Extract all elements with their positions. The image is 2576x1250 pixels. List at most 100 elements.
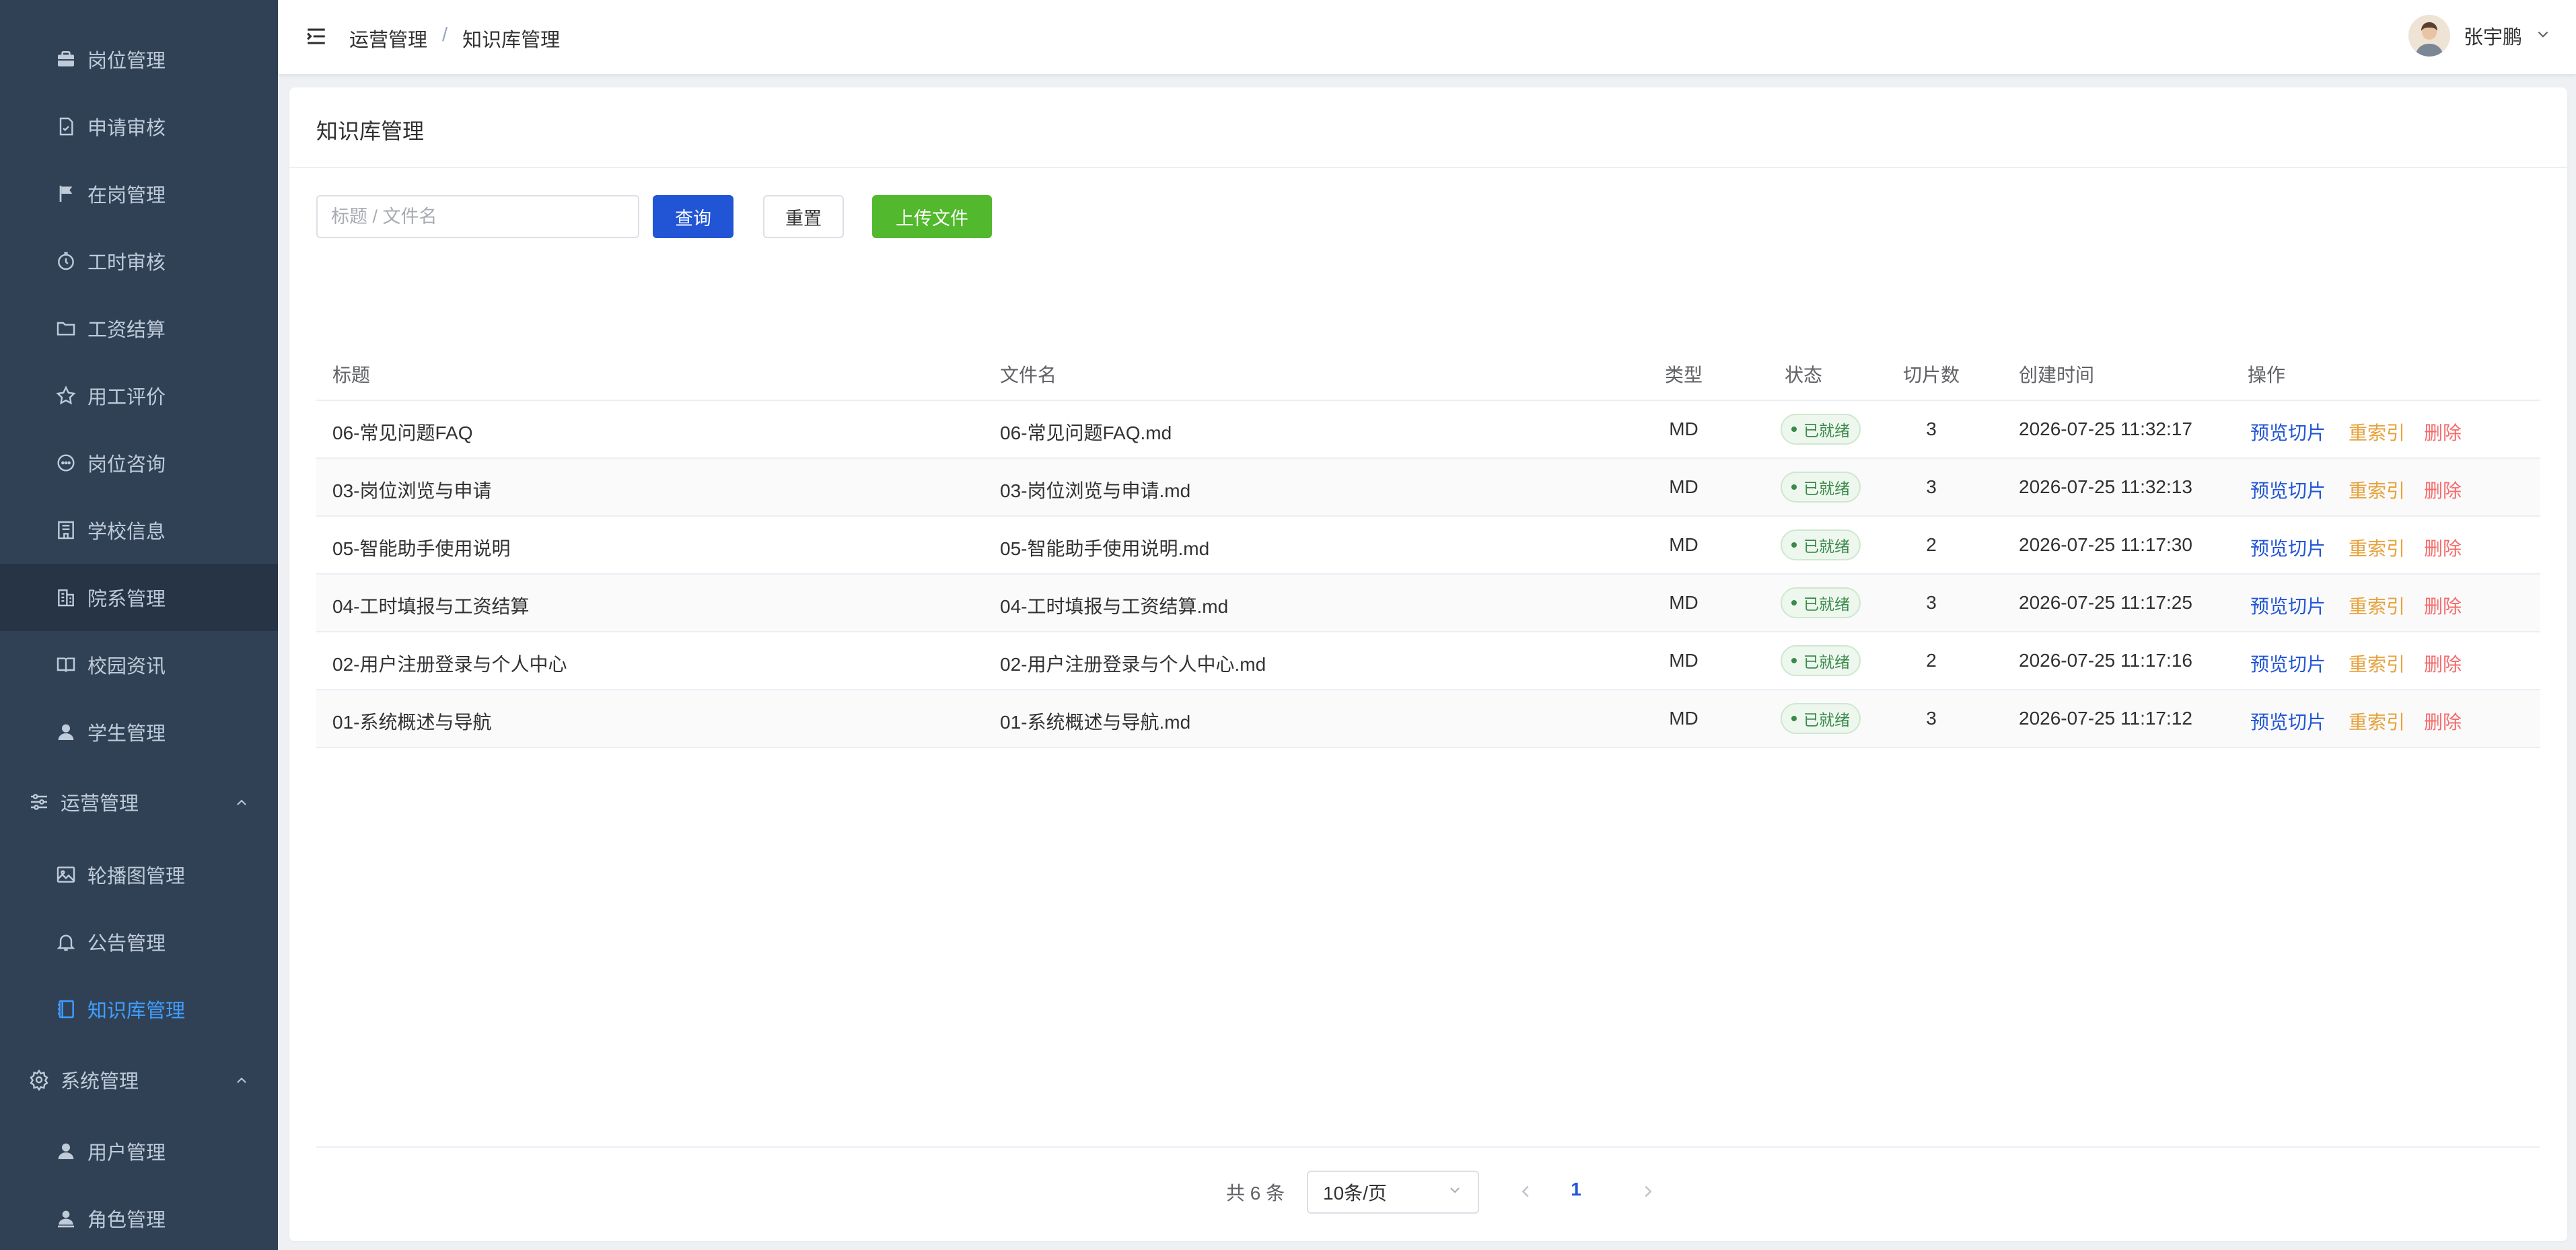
top-header: 运营管理 / 知识库管理 张宇鹏 bbox=[278, 0, 2576, 74]
sliders-icon bbox=[27, 790, 51, 814]
search-input[interactable] bbox=[316, 195, 639, 238]
cell-type: MD bbox=[1669, 708, 1698, 729]
sidebar-group-label: 系统管理 bbox=[61, 1071, 139, 1093]
column-header: 类型 bbox=[1664, 365, 1703, 385]
cell-chunks: 3 bbox=[1926, 708, 1937, 729]
preview-chunks-link[interactable]: 预览切片 bbox=[2250, 534, 2326, 561]
gear-icon bbox=[27, 1068, 51, 1092]
cell-title: 04-工时填报与工资结算 bbox=[332, 596, 530, 617]
sidebar-item-evaluation[interactable]: 用工评价 bbox=[0, 362, 278, 429]
sidebar-item-news[interactable]: 校园资讯 bbox=[0, 631, 278, 698]
chat-icon bbox=[54, 451, 78, 475]
preview-chunks-link[interactable]: 预览切片 bbox=[2250, 476, 2326, 503]
page-size-select[interactable]: 10条/页 bbox=[1307, 1171, 1479, 1214]
preview-chunks-link[interactable]: 预览切片 bbox=[2250, 650, 2326, 677]
menu-toggle-icon[interactable] bbox=[305, 25, 328, 48]
delete-link[interactable]: 删除 bbox=[2424, 708, 2462, 735]
cell-type: MD bbox=[1669, 534, 1698, 555]
sidebar-item-departments[interactable]: 院系管理 bbox=[0, 564, 278, 631]
cell-chunks: 2 bbox=[1926, 650, 1937, 671]
sidebar-item-consult[interactable]: 岗位咨询 bbox=[0, 429, 278, 497]
column-header: 操作 bbox=[2248, 365, 2286, 385]
breadcrumb: 运营管理 / 知识库管理 bbox=[349, 24, 561, 52]
user-icon bbox=[54, 1139, 78, 1163]
table-header: 标题 文件名 类型 状态 切片数 创建时间 操作 bbox=[316, 343, 2540, 401]
chevron-down-icon bbox=[2534, 26, 2552, 46]
page-number-current[interactable]: 1 bbox=[1563, 1179, 1589, 1200]
content-card: 知识库管理 查询 重置 上传文件 标题 文件名 类型 状态 切片数 创建时间 操… bbox=[289, 87, 2567, 1241]
sidebar-group-operations[interactable]: 运营管理 bbox=[0, 768, 278, 836]
reindex-link[interactable]: 重索引 bbox=[2349, 708, 2405, 735]
preview-chunks-link[interactable]: 预览切片 bbox=[2250, 592, 2326, 619]
cell-chunks: 3 bbox=[1926, 592, 1937, 613]
sidebar-item-roles[interactable]: 角色管理 bbox=[0, 1185, 278, 1250]
table-row: 03-岗位浏览与申请 03-岗位浏览与申请.md MD 已就绪 3 2026-0… bbox=[316, 459, 2540, 517]
cell-type: MD bbox=[1669, 418, 1698, 439]
cell-type: MD bbox=[1669, 476, 1698, 497]
cell-created: 2026-07-25 11:17:16 bbox=[2019, 650, 2192, 671]
user-role-icon bbox=[54, 1206, 78, 1230]
sidebar-item-salary[interactable]: 工资结算 bbox=[0, 295, 278, 362]
delete-link[interactable]: 删除 bbox=[2424, 418, 2462, 445]
status-badge: 已就绪 bbox=[1781, 529, 1861, 560]
notebook-icon bbox=[54, 997, 78, 1021]
delete-link[interactable]: 删除 bbox=[2424, 650, 2462, 677]
sidebar-item-students[interactable]: 学生管理 bbox=[0, 698, 278, 766]
sidebar: 岗位管理 申请审核 在岗管理 工时审核 工资结算 用工评价 岗位咨询 学校信息 … bbox=[0, 0, 278, 1250]
bell-icon bbox=[54, 930, 78, 954]
reindex-link[interactable]: 重索引 bbox=[2349, 476, 2405, 503]
sidebar-item-label: 公告管理 bbox=[87, 933, 166, 955]
sidebar-item-label: 知识库管理 bbox=[87, 1000, 186, 1022]
sidebar-item-onduty[interactable]: 在岗管理 bbox=[0, 160, 278, 227]
sidebar-item-label: 在岗管理 bbox=[87, 185, 166, 207]
sidebar-item-jobs[interactable]: 岗位管理 bbox=[0, 26, 278, 93]
cell-filename: 05-智能助手使用说明.md bbox=[1000, 538, 1210, 559]
reindex-link[interactable]: 重索引 bbox=[2349, 418, 2405, 445]
reindex-link[interactable]: 重索引 bbox=[2349, 650, 2405, 677]
column-header: 创建时间 bbox=[2019, 365, 2095, 385]
delete-link[interactable]: 删除 bbox=[2424, 592, 2462, 619]
user-menu[interactable]: 张宇鹏 bbox=[2408, 15, 2552, 57]
query-button[interactable]: 查询 bbox=[653, 195, 734, 238]
delete-link[interactable]: 删除 bbox=[2424, 476, 2462, 503]
folder-icon bbox=[54, 316, 78, 340]
sidebar-item-label: 岗位咨询 bbox=[87, 454, 166, 476]
breadcrumb-item[interactable]: 运营管理 bbox=[349, 24, 427, 52]
reindex-link[interactable]: 重索引 bbox=[2349, 534, 2405, 561]
preview-chunks-link[interactable]: 预览切片 bbox=[2250, 418, 2326, 445]
sidebar-group-label: 运营管理 bbox=[61, 793, 139, 815]
sidebar-item-label: 用工评价 bbox=[87, 387, 166, 408]
cell-chunks: 3 bbox=[1926, 418, 1937, 439]
sidebar-item-hours[interactable]: 工时审核 bbox=[0, 227, 278, 295]
status-badge: 已就绪 bbox=[1781, 587, 1861, 618]
sidebar-item-users[interactable]: 用户管理 bbox=[0, 1117, 278, 1185]
delete-link[interactable]: 删除 bbox=[2424, 534, 2462, 561]
sidebar-item-school[interactable]: 学校信息 bbox=[0, 497, 278, 564]
reset-button[interactable]: 重置 bbox=[763, 195, 844, 238]
sidebar-item-knowledge-base[interactable]: 知识库管理 bbox=[0, 976, 278, 1043]
status-badge: 已就绪 bbox=[1781, 645, 1861, 676]
sidebar-item-announcements[interactable]: 公告管理 bbox=[0, 908, 278, 976]
user-icon bbox=[54, 720, 78, 744]
cell-created: 2026-07-25 11:32:17 bbox=[2019, 418, 2192, 439]
sidebar-item-carousel[interactable]: 轮播图管理 bbox=[0, 841, 278, 908]
sidebar-item-label: 院系管理 bbox=[87, 589, 166, 610]
cell-type: MD bbox=[1669, 592, 1698, 613]
next-page-button[interactable] bbox=[1638, 1181, 1658, 1202]
table-row: 02-用户注册登录与个人中心 02-用户注册登录与个人中心.md MD 已就绪 … bbox=[316, 632, 2540, 690]
sidebar-item-applications[interactable]: 申请审核 bbox=[0, 93, 278, 160]
image-icon bbox=[54, 862, 78, 887]
column-header: 状态 bbox=[1784, 365, 1822, 385]
table-row: 05-智能助手使用说明 05-智能助手使用说明.md MD 已就绪 2 2026… bbox=[316, 517, 2540, 575]
cell-title: 02-用户注册登录与个人中心 bbox=[332, 654, 567, 675]
reindex-link[interactable]: 重索引 bbox=[2349, 592, 2405, 619]
building-icon bbox=[54, 585, 78, 610]
sidebar-item-label: 岗位管理 bbox=[87, 50, 166, 72]
prev-page-button[interactable] bbox=[1515, 1181, 1536, 1202]
preview-chunks-link[interactable]: 预览切片 bbox=[2250, 708, 2326, 735]
sidebar-group-system[interactable]: 系统管理 bbox=[0, 1046, 278, 1113]
sidebar-item-label: 轮播图管理 bbox=[87, 866, 186, 887]
divider bbox=[316, 1146, 2540, 1148]
sidebar-item-label: 申请审核 bbox=[87, 118, 166, 139]
upload-button[interactable]: 上传文件 bbox=[872, 195, 992, 238]
